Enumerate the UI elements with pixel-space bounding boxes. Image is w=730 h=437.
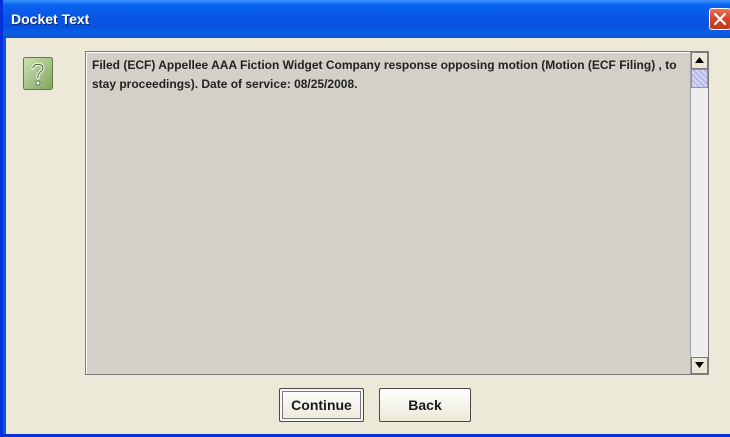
- vertical-scrollbar[interactable]: [690, 52, 708, 374]
- scroll-thumb[interactable]: [691, 69, 708, 88]
- continue-button[interactable]: Continue: [279, 388, 364, 422]
- back-button[interactable]: Back: [379, 388, 471, 422]
- close-button[interactable]: [709, 8, 730, 30]
- docket-text-area[interactable]: Filed (ECF) Appellee AAA Fiction Widget …: [85, 51, 709, 375]
- window-title: Docket Text: [11, 11, 90, 27]
- close-icon: [714, 13, 726, 25]
- dialog-body: Filed (ECF) Appellee AAA Fiction Widget …: [6, 38, 730, 434]
- scroll-up-button[interactable]: [691, 52, 708, 69]
- question-icon: [23, 57, 53, 90]
- scroll-down-button[interactable]: [691, 357, 708, 374]
- title-bar[interactable]: Docket Text: [3, 0, 730, 38]
- docket-text-window: Docket Text Filed (ECF) Appellee AAA Fic…: [0, 0, 730, 437]
- docket-text-content: Filed (ECF) Appellee AAA Fiction Widget …: [92, 58, 677, 91]
- arrow-down-icon: [695, 362, 704, 368]
- arrow-up-icon: [695, 57, 704, 63]
